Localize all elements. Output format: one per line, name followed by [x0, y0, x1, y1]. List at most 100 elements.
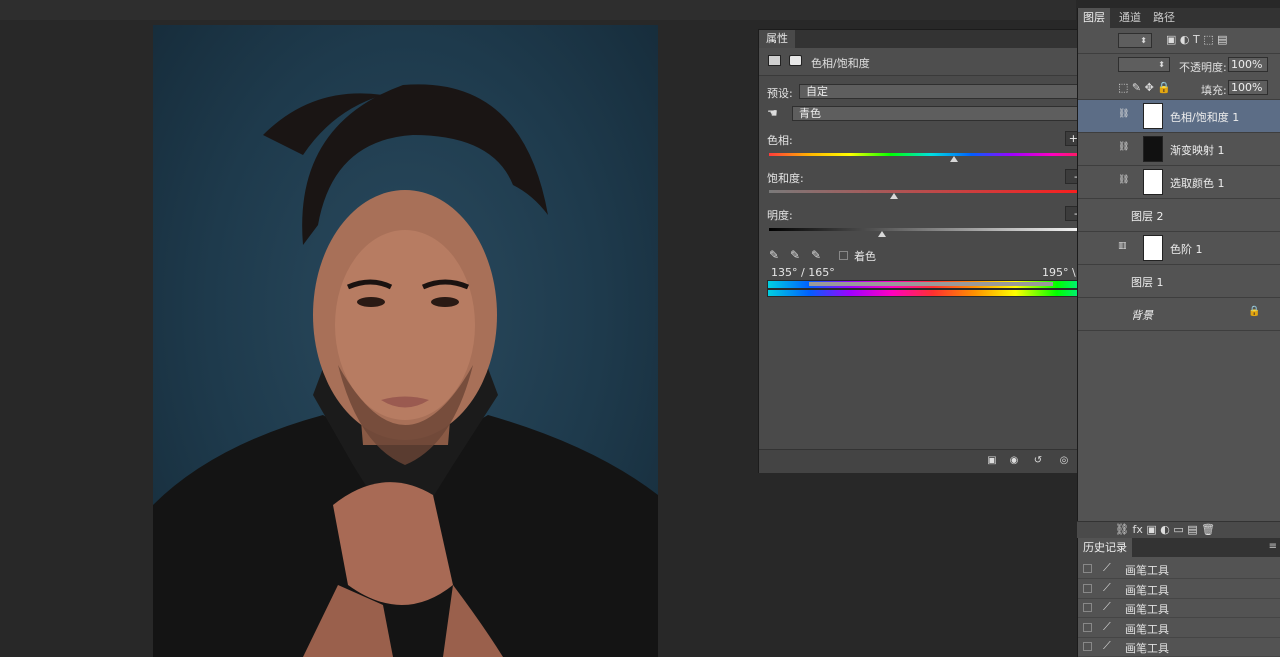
history-item-label: 画笔工具 [1125, 584, 1169, 597]
history-panel: 历史记录 ≡ ⟋ 画笔工具 ⟋ 画笔工具 ⟋ 画笔工具 ⟋ 画笔工具 ⟋ 画笔工… [1077, 538, 1280, 657]
blend-mode-dropdown[interactable]: ⬍ [1118, 57, 1170, 72]
lightness-slider-thumb[interactable] [878, 231, 886, 237]
visibility-eye-icon[interactable]: ◎ [1057, 455, 1071, 467]
layer-name: 色阶 1 [1170, 243, 1203, 256]
history-tab-row: 历史记录 ≡ [1078, 538, 1280, 557]
adjustment-title: 色相/饱和度 [811, 57, 870, 70]
properties-toolbar: ▣ ◉ ↺ ◎ 🗑 [759, 449, 1115, 473]
preset-value: 自定 [806, 85, 828, 98]
hue-slider-track[interactable] [769, 153, 1093, 156]
layer-mask-thumbnail[interactable] [1143, 103, 1163, 129]
eyedropper-icon[interactable]: ✎ [769, 248, 779, 262]
brush-icon: ⟋ [1103, 639, 1111, 652]
preset-dropdown[interactable]: 自定⬍ [799, 84, 1099, 99]
history-checkbox[interactable] [1083, 623, 1092, 632]
layer-row[interactable]: ⛓ 渐变映射 1 [1078, 133, 1280, 166]
layers-tab-row: 图层 通道 路径 [1078, 8, 1280, 28]
layer-name: 渐变映射 1 [1170, 144, 1225, 157]
filter-icons[interactable]: ▣ ◐ T ⬚ ▤ [1166, 33, 1227, 46]
fill-value: 100% [1231, 81, 1263, 94]
lock-fill-row: ⬚ ✎ ✥ 🔒 填充: 100% [1078, 77, 1280, 100]
reset-icon[interactable]: ↺ [1031, 455, 1045, 467]
hand-tool-icon[interactable]: ☚ [767, 106, 783, 122]
history-item[interactable]: ⟋ 画笔工具 [1078, 559, 1280, 579]
lightness-slider-track[interactable] [769, 228, 1093, 231]
link-icon: ⛓ [1118, 142, 1130, 152]
history-item[interactable]: ⟋ 画笔工具 [1078, 579, 1280, 599]
layer-row[interactable]: ▥ 色阶 1 [1078, 232, 1280, 265]
layers-footer-toolbar: ⛓ fx ▣ ◐ ▭ ▤ 🗑 [1077, 521, 1280, 539]
levels-icon: ▥ [1118, 241, 1127, 251]
colorize-label: 着色 [854, 250, 876, 263]
saturation-slider-thumb[interactable] [890, 193, 898, 199]
document-tab-bar [0, 0, 1076, 21]
adjustment-icon[interactable] [768, 55, 781, 66]
eyedropper-minus-icon[interactable]: ✎ [811, 248, 821, 262]
properties-tab-row: 属性 ≡ [759, 30, 1115, 49]
view-previous-icon[interactable]: ◉ [1007, 455, 1021, 467]
dropdown-arrow-icon: ⬍ [1158, 60, 1165, 69]
mask-icon[interactable] [789, 55, 802, 66]
channel-dropdown[interactable]: 青色⬍ [792, 106, 1099, 121]
tab-history[interactable]: 历史记录 [1078, 538, 1132, 557]
layer-row[interactable]: ⛓ 选取颜色 1 [1078, 166, 1280, 199]
properties-header: 色相/饱和度 [759, 48, 1115, 76]
layer-filter-row: ⬍ ▣ ◐ T ⬚ ▤ [1078, 29, 1280, 54]
colorize-checkbox[interactable] [839, 251, 848, 260]
lightness-label: 明度: [767, 209, 793, 222]
layer-name: 图层 2 [1131, 210, 1164, 223]
fill-label: 填充: [1201, 84, 1227, 97]
history-checkbox[interactable] [1083, 642, 1092, 651]
channel-value: 青色 [799, 107, 821, 120]
document-image[interactable] [153, 25, 658, 657]
saturation-slider-track[interactable] [769, 190, 1093, 193]
hue-slider-thumb[interactable] [950, 156, 958, 162]
brush-icon: ⟋ [1103, 581, 1111, 594]
blend-row: ⬍ 不透明度: 100% [1078, 54, 1280, 76]
layer-footer-icons[interactable]: ⛓ fx ▣ ◐ ▭ ▤ 🗑 [1115, 523, 1215, 536]
layer-name: 背景 [1131, 309, 1153, 322]
tab-properties[interactable]: 属性 [759, 30, 795, 48]
history-item-label: 画笔工具 [1125, 642, 1169, 655]
history-item[interactable]: ⟋ 画笔工具 [1078, 618, 1280, 638]
layer-mask-thumbnail[interactable] [1143, 136, 1163, 162]
link-icon: ⛓ [1118, 175, 1130, 185]
layers-panel: 图层 通道 路径 ⬍ ▣ ◐ T ⬚ ▤ ⬍ 不透明度: 100% ⬚ ✎ ✥ … [1077, 8, 1280, 538]
layer-row[interactable]: 背景 🔒 [1078, 298, 1280, 331]
brush-icon: ⟋ [1103, 600, 1111, 613]
portrait-illustration [153, 84, 658, 657]
brush-icon: ⟋ [1103, 620, 1111, 633]
history-checkbox[interactable] [1083, 603, 1092, 612]
clip-to-layer-icon[interactable]: ▣ [985, 455, 999, 467]
hue-label: 色相: [767, 134, 793, 147]
history-checkbox[interactable] [1083, 584, 1092, 593]
history-item[interactable]: ⟋ 画笔工具 [1078, 598, 1280, 618]
fill-input[interactable]: 100% [1228, 80, 1268, 95]
dropdown-arrow-icon: ⬍ [1140, 36, 1147, 45]
link-icon: ⛓ [1118, 109, 1130, 119]
tab-layers[interactable]: 图层 [1078, 8, 1110, 28]
history-item-label: 画笔工具 [1125, 564, 1169, 577]
panel-menu-icon[interactable]: ≡ [1269, 541, 1277, 552]
tab-paths[interactable]: 路径 [1148, 8, 1180, 28]
tab-channels[interactable]: 通道 [1114, 8, 1146, 28]
color-range-selection[interactable] [809, 282, 1053, 286]
eyedropper-plus-icon[interactable]: ✎ [790, 248, 800, 262]
lock-icons[interactable]: ⬚ ✎ ✥ 🔒 [1118, 81, 1171, 94]
range-left-label: 135° / 165° [771, 266, 835, 279]
layer-row[interactable]: 图层 1 [1078, 265, 1280, 298]
properties-panel: 属性 ≡ 色相/饱和度 预设: 自定⬍ ☚ 青色⬍ 色相: +14 饱和度: -… [758, 29, 1116, 473]
history-item[interactable]: ⟋ 画笔工具 [1078, 637, 1280, 657]
layer-filter-dropdown[interactable]: ⬍ [1118, 33, 1152, 48]
color-range-bar-bottom [767, 289, 1099, 297]
layer-name: 图层 1 [1131, 276, 1164, 289]
opacity-value: 100% [1231, 58, 1263, 71]
opacity-label: 不透明度: [1179, 61, 1227, 74]
layer-mask-thumbnail[interactable] [1143, 169, 1163, 195]
layer-row[interactable]: 图层 2 [1078, 199, 1280, 232]
opacity-input[interactable]: 100% [1228, 57, 1268, 72]
layer-row[interactable]: ⛓ 色相/饱和度 1 [1078, 100, 1280, 133]
layer-mask-thumbnail[interactable] [1143, 235, 1163, 261]
history-checkbox[interactable] [1083, 564, 1092, 573]
brush-icon: ⟋ [1103, 561, 1111, 574]
